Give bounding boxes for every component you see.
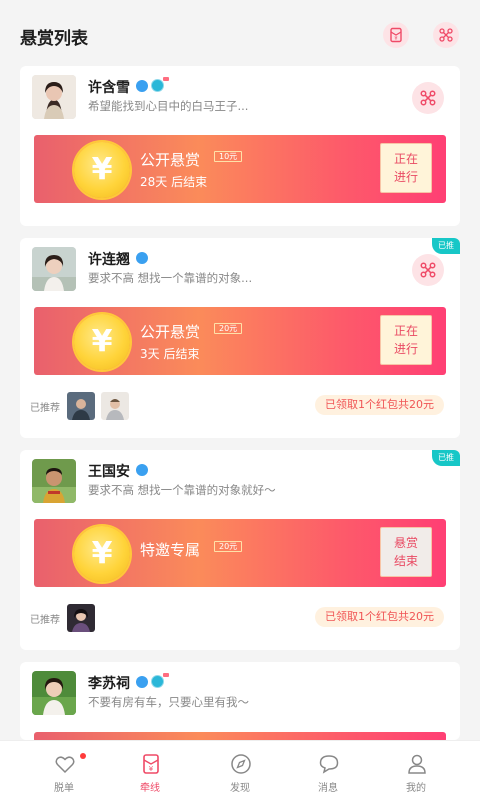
matchmaking-button[interactable] xyxy=(412,82,444,114)
vip-badge-icon xyxy=(151,77,169,92)
avatar[interactable] xyxy=(32,247,76,291)
tab-singles[interactable]: 脱单 xyxy=(20,741,108,800)
link-people-icon xyxy=(420,90,436,106)
svg-text:¥: ¥ xyxy=(394,36,397,42)
user-desc: 不要有房有车，只要心里有我～ xyxy=(88,695,249,709)
reward-status: 正在 进行 xyxy=(380,315,432,365)
recommended-label: 已推荐 xyxy=(30,403,60,414)
reward-banner[interactable]: ¥ 特邀专属 20元 悬赏 结束 xyxy=(34,519,446,587)
page-title: 悬赏列表 xyxy=(20,29,88,49)
bottom-tab-bar: 脱单 ¥ 牵线 发现 消息 我的 xyxy=(0,740,480,800)
bounty-card[interactable]: 已推 许连翘 要求不高 想找一个靠谱的对象... ¥ 公开悬赏 20元 3天 后… xyxy=(20,238,460,438)
recommended-label: 已推荐 xyxy=(30,615,60,626)
avatar[interactable] xyxy=(32,671,76,715)
vip-badge-icon xyxy=(151,673,169,688)
coin-icon: ¥ xyxy=(74,314,130,370)
red-packet-info: 已领取1个红包共20元 xyxy=(315,395,444,415)
user-name: 许含雪 xyxy=(88,80,130,96)
top-bar: 悬赏列表 ¥ xyxy=(0,0,480,64)
tab-discover[interactable]: 发现 xyxy=(196,741,284,800)
bounty-card[interactable]: 已推 王国安 要求不高 想找一个靠谱的对象就好～ ¥ 特邀专属 20元 悬赏 结束… xyxy=(20,450,460,650)
tab-label: 发现 xyxy=(230,783,250,794)
reward-amount: 10元 xyxy=(214,151,243,162)
tab-label: 消息 xyxy=(318,783,338,794)
verified-badge-icon xyxy=(136,464,148,476)
reward-status: 悬赏 结束 xyxy=(380,527,432,577)
red-envelope-icon: ¥ xyxy=(143,754,159,774)
chat-bubble-icon xyxy=(319,755,339,774)
reward-status: 正在 进行 xyxy=(380,143,432,193)
red-envelope-icon: ¥ xyxy=(390,27,402,43)
verified-badge-icon xyxy=(136,80,148,92)
user-name: 李苏祠 xyxy=(88,676,130,692)
tab-label: 我的 xyxy=(406,783,426,794)
link-people-icon xyxy=(439,28,453,42)
reward-banner[interactable] xyxy=(34,732,446,740)
reward-deadline: 3天 后结束 xyxy=(140,347,200,361)
reward-banner[interactable]: ¥ 公开悬赏 20元 3天 后结束 正在 进行 xyxy=(34,307,446,375)
user-desc: 希望能找到心目中的白马王子... xyxy=(88,99,249,113)
recommended-avatar[interactable] xyxy=(67,392,95,420)
recommended-avatar[interactable] xyxy=(67,604,95,632)
heart-icon xyxy=(55,756,75,774)
user-desc: 要求不高 想找一个靠谱的对象就好～ xyxy=(88,483,276,497)
tab-me[interactable]: 我的 xyxy=(372,741,460,800)
svg-text:¥: ¥ xyxy=(149,765,154,773)
tab-messages[interactable]: 消息 xyxy=(284,741,372,800)
link-people-icon xyxy=(420,262,436,278)
matchmaking-button[interactable] xyxy=(433,22,459,48)
user-desc: 要求不高 想找一个靠谱的对象... xyxy=(88,271,253,285)
reward-amount: 20元 xyxy=(214,323,243,334)
reward-deadline: 28天 后结束 xyxy=(140,175,208,189)
red-envelope-button[interactable]: ¥ xyxy=(383,22,409,48)
reward-banner[interactable]: ¥ 公开悬赏 10元 28天 后结束 正在 进行 xyxy=(34,135,446,203)
verified-badge-icon xyxy=(136,252,148,264)
coin-icon: ¥ xyxy=(74,526,130,582)
matchmaking-button[interactable] xyxy=(412,254,444,286)
red-packet-info: 已领取1个红包共20元 xyxy=(315,607,444,627)
tab-matchmaking[interactable]: ¥ 牵线 xyxy=(106,741,194,800)
avatar[interactable] xyxy=(32,75,76,119)
tab-label: 脱单 xyxy=(54,783,74,794)
avatar[interactable] xyxy=(32,459,76,503)
reward-title: 特邀专属 xyxy=(140,541,201,559)
reward-amount: 20元 xyxy=(214,541,243,552)
coin-icon: ¥ xyxy=(74,142,130,198)
bounty-card[interactable]: 李苏祠 不要有房有车，只要心里有我～ xyxy=(20,662,460,740)
recommended-avatar[interactable] xyxy=(101,392,129,420)
recommended-tag: 已推 xyxy=(432,450,460,466)
user-name: 许连翘 xyxy=(88,252,130,268)
compass-icon xyxy=(231,754,251,774)
tab-label: 牵线 xyxy=(140,783,160,794)
reward-title: 公开悬赏 xyxy=(140,151,201,169)
notification-dot xyxy=(80,753,86,759)
verified-badge-icon xyxy=(136,676,148,688)
person-icon xyxy=(408,754,426,774)
bounty-card[interactable]: 许含雪 希望能找到心目中的白马王子... ¥ 公开悬赏 10元 28天 后结束 … xyxy=(20,66,460,226)
recommended-tag: 已推 xyxy=(432,238,460,254)
reward-title: 公开悬赏 xyxy=(140,323,201,341)
user-name: 王国安 xyxy=(88,464,130,480)
